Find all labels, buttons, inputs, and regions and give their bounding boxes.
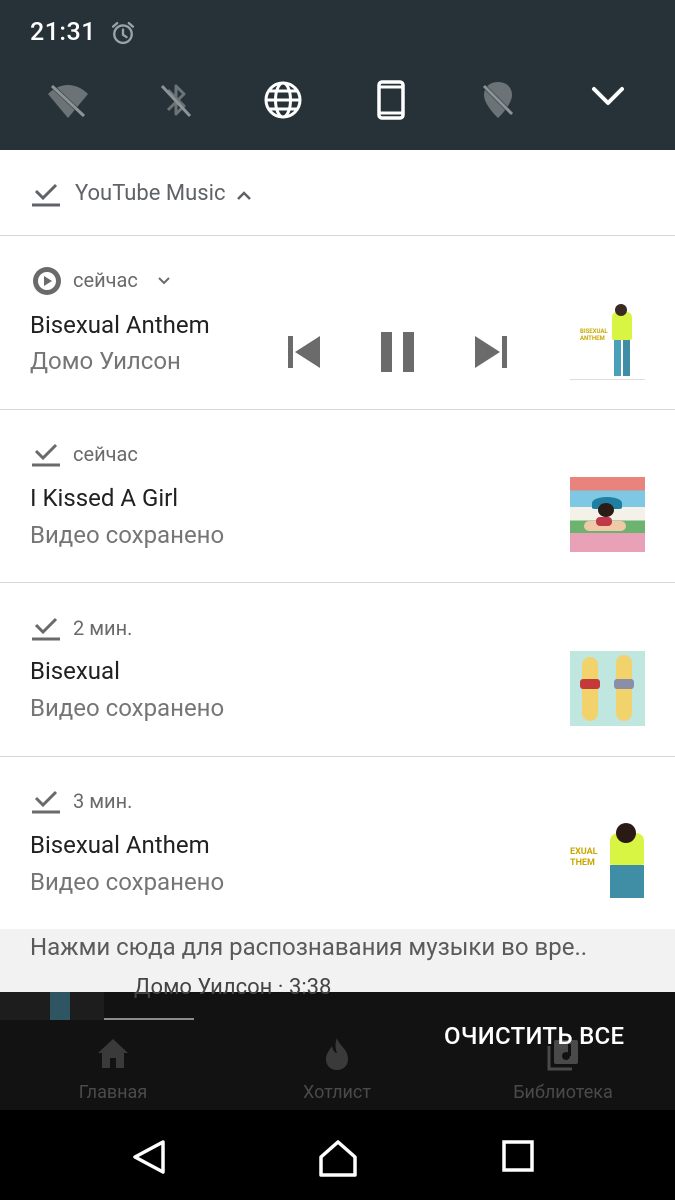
thumb-caption: BISEXUAL ANTHEM	[580, 328, 608, 342]
globe-icon[interactable]	[259, 76, 307, 124]
video-thumbnail	[570, 651, 645, 726]
thumb-caption: EXUAL THEM	[570, 847, 598, 868]
notification-title: Bisexual	[30, 657, 120, 685]
media-title: Bisexual Anthem	[30, 311, 210, 339]
status-clock: 21:31	[30, 18, 96, 47]
video-thumbnail	[570, 477, 645, 552]
phone-portrait-icon[interactable]	[367, 76, 415, 124]
notification-time: 3 мин.	[73, 789, 133, 813]
home-button-icon[interactable]	[318, 1138, 358, 1178]
flame-icon	[326, 1038, 348, 1070]
chevron-down-icon[interactable]	[588, 76, 628, 116]
download-done-icon	[32, 443, 60, 467]
notification-title: Bisexual Anthem	[30, 831, 210, 859]
nav-hotlist-label: Хотлист	[303, 1082, 371, 1103]
video-thumbnail: EXUAL THEM	[570, 823, 645, 898]
recents-icon[interactable]	[501, 1138, 535, 1174]
app-name-label: YouTube Music	[75, 181, 226, 206]
download-done-icon	[32, 790, 60, 814]
skip-next-icon[interactable]	[472, 333, 510, 371]
nav-home-label: Главная	[78, 1082, 148, 1103]
mini-player-thumbnail	[0, 992, 104, 1020]
notification-subtitle: Видео сохранено	[30, 521, 225, 549]
notification-time: сейчас	[73, 268, 138, 292]
bluetooth-off-icon[interactable]	[152, 76, 200, 124]
notification-time: 2 мин.	[73, 616, 133, 640]
notification-subtitle: Видео сохранено	[30, 868, 225, 896]
download-done-icon	[32, 617, 60, 641]
music-recognition-hint: Нажми сюда для распознавания музыки во в…	[30, 933, 588, 961]
album-thumbnail: BISEXUAL ANTHEM	[570, 304, 645, 380]
clear-all-button[interactable]: ОЧИСТИТЬ ВСЕ	[444, 1022, 624, 1050]
mini-player-text: Домо Уилсон · 3:38	[134, 975, 332, 1000]
chevron-down-small-icon[interactable]	[157, 276, 171, 286]
notification-subtitle: Видео сохранено	[30, 694, 225, 722]
wifi-off-icon[interactable]	[44, 76, 92, 124]
notification-title: I Kissed A Girl	[30, 484, 179, 512]
notification-time: сейчас	[73, 442, 138, 466]
media-artist: Домо Уилсон	[30, 347, 181, 375]
home-icon	[98, 1039, 128, 1068]
skip-previous-icon[interactable]	[285, 333, 323, 371]
nav-hotlist[interactable]: Хотлист	[262, 1036, 412, 1103]
download-done-icon	[32, 183, 60, 207]
nav-library-label: Библиотека	[513, 1082, 613, 1103]
location-off-icon[interactable]	[474, 76, 522, 124]
pause-icon[interactable]	[378, 330, 418, 374]
back-icon[interactable]	[131, 1138, 167, 1176]
chevron-up-icon[interactable]	[236, 188, 252, 202]
mini-player-progress	[104, 1018, 194, 1020]
alarm-icon	[111, 21, 135, 45]
nav-home[interactable]: Главная	[38, 1036, 188, 1103]
play-circle-icon	[33, 267, 61, 295]
quick-settings-panel: 21:31	[0, 0, 675, 150]
